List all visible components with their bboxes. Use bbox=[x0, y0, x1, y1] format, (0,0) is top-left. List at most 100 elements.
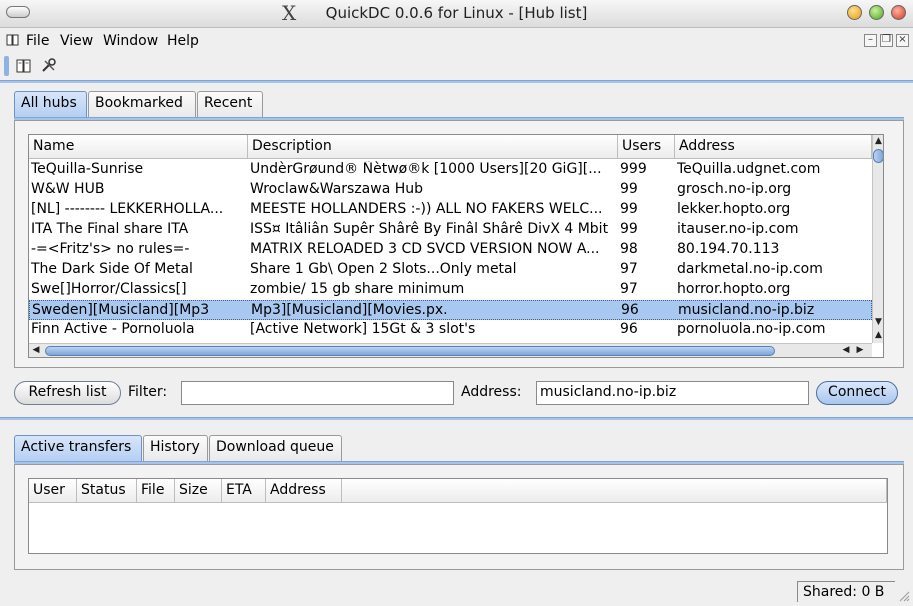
book-icon bbox=[6, 33, 20, 47]
toolbar bbox=[0, 53, 913, 79]
mdi-minimize-button[interactable]: – bbox=[864, 34, 877, 47]
settings-tools-icon[interactable] bbox=[40, 57, 58, 75]
hub-list-panel: Name Description Users Address TeQuilla-… bbox=[14, 120, 904, 368]
minimize-icon[interactable] bbox=[847, 5, 862, 20]
cell-address: itauser.no-ip.com bbox=[677, 221, 799, 237]
cell-address: pornoluola.no-ip.com bbox=[677, 321, 826, 337]
cell-address: TeQuilla.udgnet.com bbox=[677, 161, 821, 177]
menu-bar: File View Window Help – ❐ × bbox=[0, 29, 913, 53]
horizontal-scroll-thumb[interactable] bbox=[45, 346, 775, 356]
cell-name: -=<Fritz's> no rules=- bbox=[31, 241, 190, 257]
column-header-file[interactable]: File bbox=[137, 479, 175, 503]
table-row[interactable]: Swe[]Horror/Classics[] zombie/ 15 gb shar… bbox=[29, 280, 872, 300]
maximize-icon[interactable] bbox=[869, 5, 884, 20]
scroll-left-small-icon[interactable]: ◀ bbox=[841, 345, 851, 356]
cell-name: ITA The Final share ITA bbox=[31, 221, 189, 237]
transfer-table[interactable]: User Status File Size ETA Address bbox=[28, 478, 888, 554]
address-input[interactable]: musicland.no-ip.biz bbox=[536, 381, 809, 405]
table-row[interactable]: Finn Active - Pornoluola [Active Network]… bbox=[29, 320, 872, 340]
tab-active-transfers[interactable]: Active transfers bbox=[14, 435, 142, 461]
cell-users: 999 bbox=[620, 161, 647, 177]
vertical-scrollbar[interactable]: ▲ ▼ ▲ bbox=[872, 135, 883, 343]
cell-users: 97 bbox=[620, 261, 638, 277]
cell-description: ISS¤ Itâliân Supêr Shârê By Finâl Shârê … bbox=[250, 221, 609, 237]
column-header-eta[interactable]: ETA bbox=[222, 479, 266, 503]
table-row[interactable]: TeQuilla-Sunrise ÜndèrGrøund® Ñètwø®k [10… bbox=[29, 160, 872, 180]
cell-users: 99 bbox=[620, 201, 638, 217]
column-header-filler bbox=[342, 479, 887, 503]
table-row[interactable]: W&W HUB Wroclaw&Warszawa Hub 99 grosch.no-i… bbox=[29, 180, 872, 200]
hub-table[interactable]: Name Description Users Address TeQuilla-… bbox=[28, 134, 884, 358]
refresh-list-label: Refresh list bbox=[28, 384, 107, 400]
hub-list-icon[interactable] bbox=[15, 57, 33, 75]
tab-all-hubs[interactable]: All hubs bbox=[14, 91, 87, 117]
cell-address: musicland.no-ip.biz bbox=[678, 302, 815, 318]
column-header-description[interactable]: Description bbox=[248, 135, 618, 159]
address-label: Address: bbox=[461, 384, 522, 400]
cell-description: MEESTE HOLLANDERS :-)) ALL NO FAKERS WEL… bbox=[250, 201, 603, 217]
close-icon[interactable] bbox=[891, 5, 906, 20]
column-header-size[interactable]: Size bbox=[175, 479, 222, 503]
cell-description: [Active Network] 15Gt & 3 slot's bbox=[250, 321, 476, 337]
column-header-status[interactable]: Status bbox=[77, 479, 137, 503]
vertical-scroll-thumb[interactable] bbox=[873, 149, 883, 163]
cell-users: 98 bbox=[620, 241, 638, 257]
cell-description: Mp3][Musicland][Movies.px. bbox=[251, 302, 448, 318]
cell-address: 80.194.70.113 bbox=[677, 241, 780, 257]
table-row[interactable]: -=<Fritz's> no rules=- MATRIX RELOADED 3 … bbox=[29, 240, 872, 260]
tab-download-queue[interactable]: Download queue bbox=[209, 435, 342, 461]
transfer-tabs: Active transfers History Download queue bbox=[14, 435, 904, 462]
window-title: QuickDC 0.0.6 for Linux - [Hub list] bbox=[325, 4, 588, 22]
scroll-left-icon[interactable]: ◀ bbox=[31, 345, 41, 356]
cell-address: grosch.no-ip.org bbox=[677, 181, 792, 197]
cell-address: horror.hopto.org bbox=[677, 281, 791, 297]
cell-users: 99 bbox=[620, 221, 638, 237]
shared-status: Shared: 0 B bbox=[797, 581, 895, 602]
cell-users: 99 bbox=[620, 181, 638, 197]
column-header-name[interactable]: Name bbox=[29, 135, 248, 159]
cell-address: lekker.hopto.org bbox=[677, 201, 791, 217]
title-bar[interactable]: X QuickDC 0.0.6 for Linux - [Hub list] bbox=[0, 0, 913, 28]
scroll-up-icon[interactable]: ▲ bbox=[873, 136, 883, 147]
tab-recent[interactable]: Recent bbox=[197, 91, 263, 117]
cell-name: Sweden][Musicland][Mp3 bbox=[32, 302, 210, 318]
menu-window[interactable]: Window bbox=[103, 33, 158, 49]
scroll-up-small-icon[interactable]: ▲ bbox=[873, 330, 883, 341]
refresh-list-button[interactable]: Refresh list bbox=[14, 381, 121, 405]
cell-description: Share 1 Gb\ Open 2 Slots...Only metal bbox=[250, 261, 517, 277]
table-row[interactable]: [NL] -------- LEKKERHOLLA... MEESTE HOLLA… bbox=[29, 200, 872, 220]
cell-name: TeQuilla-Sunrise bbox=[31, 161, 144, 177]
hub-tabs: All hubs Bookmarked Recent bbox=[14, 91, 904, 118]
table-row[interactable]: Sweden][Musicland][Mp3 Mp3][Musicland][Mo… bbox=[29, 300, 872, 320]
table-row[interactable]: ITA The Final share ITA ISS¤ Itâliân Supê… bbox=[29, 220, 872, 240]
mdi-restore-button[interactable]: ❐ bbox=[880, 34, 893, 47]
connect-button[interactable]: Connect bbox=[816, 381, 898, 405]
cell-description: zombie/ 15 gb share minimum bbox=[250, 281, 465, 297]
column-header-address[interactable]: Address bbox=[675, 135, 872, 159]
menu-file[interactable]: File bbox=[26, 33, 49, 49]
scroll-right-icon[interactable]: ▶ bbox=[855, 345, 865, 356]
filter-label: Filter: bbox=[128, 384, 168, 400]
cell-address: darkmetal.no-ip.com bbox=[677, 261, 823, 277]
cell-name: [NL] -------- LEKKERHOLLA... bbox=[31, 201, 224, 217]
resize-grip-icon[interactable] bbox=[898, 590, 910, 602]
table-row[interactable]: The Dark Side Of Metal Share 1 Gb\ Open 2… bbox=[29, 260, 872, 280]
cell-name: The Dark Side Of Metal bbox=[31, 261, 193, 277]
horizontal-scrollbar[interactable]: ◀ ◀ ▶ bbox=[29, 343, 872, 357]
pane-splitter[interactable] bbox=[0, 417, 913, 420]
toolbar-handle[interactable] bbox=[4, 56, 9, 76]
column-header-transfer-address[interactable]: Address bbox=[266, 479, 342, 503]
separator bbox=[0, 80, 913, 83]
connect-label: Connect bbox=[828, 384, 886, 400]
menu-view[interactable]: View bbox=[60, 33, 93, 49]
cell-name: Swe[]Horror/Classics[] bbox=[31, 281, 187, 297]
cell-description: Wroclaw&Warszawa Hub bbox=[250, 181, 424, 197]
filter-input[interactable] bbox=[181, 381, 454, 405]
column-header-users[interactable]: Users bbox=[618, 135, 675, 159]
tab-history[interactable]: History bbox=[143, 435, 208, 461]
tab-bookmarked[interactable]: Bookmarked bbox=[88, 91, 196, 117]
mdi-close-button[interactable]: × bbox=[896, 34, 909, 47]
menu-help[interactable]: Help bbox=[167, 33, 199, 49]
scroll-down-icon[interactable]: ▼ bbox=[873, 317, 883, 328]
column-header-user[interactable]: User bbox=[29, 479, 77, 503]
